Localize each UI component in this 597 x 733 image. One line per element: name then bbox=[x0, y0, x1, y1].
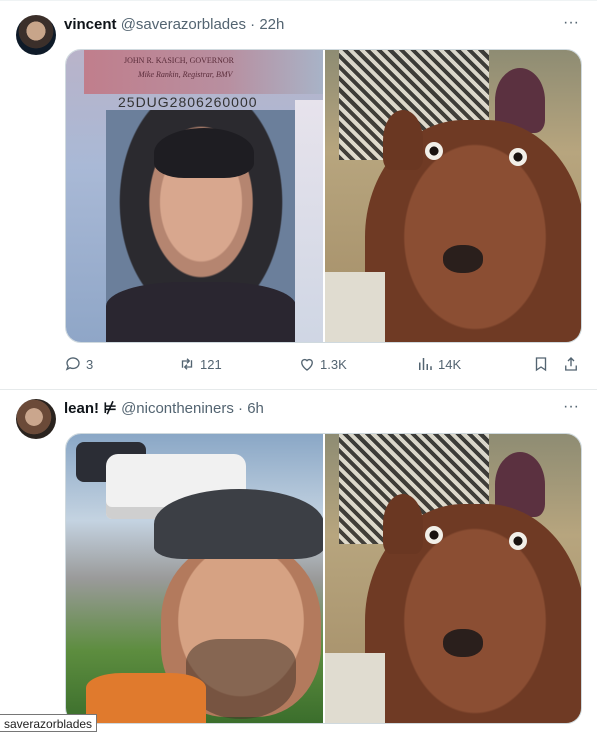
dog-ear bbox=[382, 494, 423, 554]
retweet-button[interactable]: 121 bbox=[178, 354, 222, 374]
orange-shirt bbox=[86, 673, 206, 723]
baseball-cap bbox=[154, 489, 323, 559]
timestamp[interactable]: 22h bbox=[259, 16, 284, 33]
share-icon bbox=[565, 357, 577, 371]
dog-nose bbox=[442, 629, 483, 657]
display-name[interactable]: vincent bbox=[64, 16, 117, 33]
media-grid: JOHN R. KASICH, GOVERNOR Mike Rankin, Re… bbox=[65, 49, 582, 343]
wall bbox=[324, 272, 385, 342]
tweet-header: lean! ⊭ @nicontheniners · 6h bbox=[64, 399, 264, 419]
handle[interactable]: @saverazorblades bbox=[121, 16, 246, 33]
bookmark-button[interactable] bbox=[532, 354, 550, 374]
dog-eye bbox=[508, 148, 527, 166]
dog-eye bbox=[508, 532, 527, 550]
like-button[interactable]: 1.3K bbox=[298, 354, 347, 374]
media-grid bbox=[65, 433, 582, 724]
like-icon bbox=[301, 358, 313, 371]
share-button[interactable] bbox=[562, 354, 580, 374]
separator-dot: · bbox=[238, 400, 244, 417]
tweet[interactable]: lean! ⊭ @nicontheniners · 6h ··· bbox=[0, 389, 597, 732]
selfie-photo[interactable] bbox=[66, 434, 323, 723]
tweet[interactable]: vincent @saverazorblades · 22h ··· JOHN … bbox=[0, 0, 597, 390]
bookmark-icon bbox=[535, 357, 547, 372]
more-icon[interactable]: ··· bbox=[561, 399, 581, 421]
dog-eye bbox=[424, 526, 443, 544]
status-tooltip: saverazorblades bbox=[0, 714, 98, 732]
dog-ear bbox=[382, 110, 423, 170]
license-text: Mike Rankin, Registrar, BMV bbox=[138, 70, 233, 79]
avatar[interactable] bbox=[16, 399, 56, 439]
reply-icon bbox=[65, 357, 80, 371]
wall bbox=[324, 653, 385, 723]
license-text: JOHN R. KASICH, GOVERNOR bbox=[124, 56, 235, 65]
handle[interactable]: @nicontheniners bbox=[121, 400, 234, 417]
tweet-header: vincent @saverazorblades · 22h bbox=[64, 15, 284, 35]
dog-eye bbox=[424, 142, 443, 160]
reply-button[interactable]: 3 bbox=[64, 354, 93, 374]
reply-count: 3 bbox=[86, 356, 94, 372]
drivers-license-photo[interactable]: JOHN R. KASICH, GOVERNOR Mike Rankin, Re… bbox=[66, 50, 323, 342]
dog-photo[interactable] bbox=[324, 434, 581, 723]
views-button[interactable]: 14K bbox=[416, 354, 461, 374]
dog-nose bbox=[442, 245, 483, 273]
license-edge bbox=[294, 100, 323, 342]
license-number: 25DUG2806260000 bbox=[118, 94, 258, 110]
action-bar: 3 121 1.3K 14K bbox=[64, 354, 584, 374]
display-name[interactable]: lean! ⊭ bbox=[64, 400, 117, 417]
dog-photo[interactable] bbox=[324, 50, 581, 342]
timestamp[interactable]: 6h bbox=[247, 400, 264, 417]
retweet-icon bbox=[181, 358, 193, 370]
like-count: 1.3K bbox=[320, 356, 347, 372]
license-shirt bbox=[106, 282, 296, 342]
views-icon bbox=[419, 358, 432, 370]
more-icon[interactable]: ··· bbox=[561, 15, 581, 37]
license-hair bbox=[154, 128, 254, 178]
retweet-count: 121 bbox=[200, 356, 222, 372]
separator-dot: · bbox=[250, 16, 256, 33]
views-count: 14K bbox=[438, 356, 462, 372]
avatar[interactable] bbox=[16, 15, 56, 55]
